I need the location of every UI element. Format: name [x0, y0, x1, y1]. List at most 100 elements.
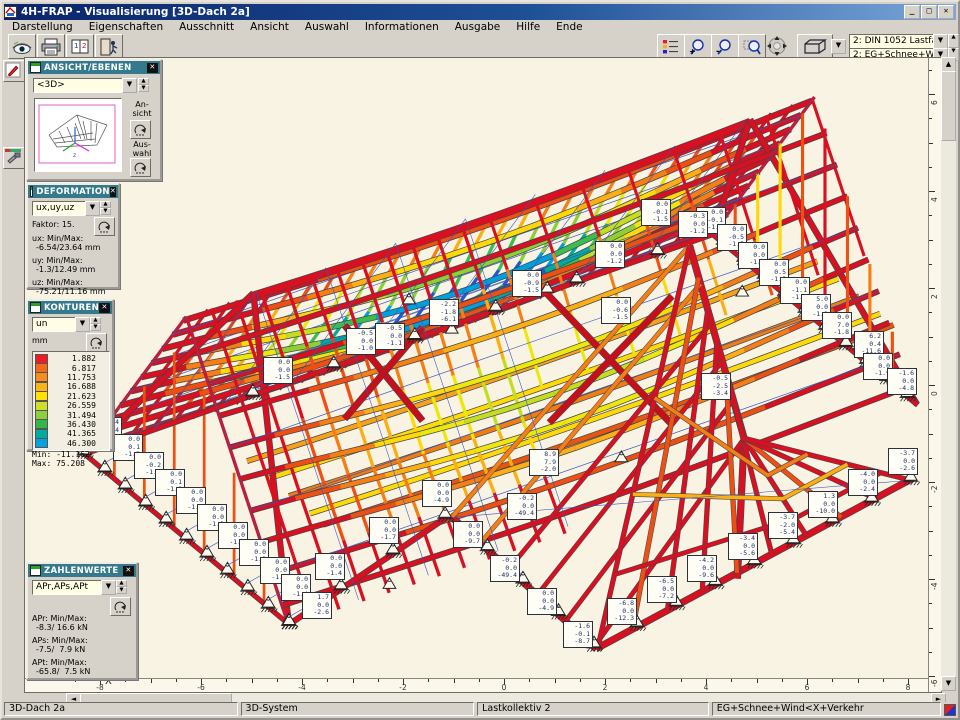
legend-value: 1.882 — [52, 354, 96, 363]
hammer-icon — [4, 148, 22, 166]
close-button[interactable]: ✕ — [938, 5, 954, 19]
edit-mode-button[interactable] — [3, 60, 25, 82]
app-window: 4H-FRAP - Visualisierung [3D-Dach 2a] _ … — [0, 0, 960, 720]
pan-button[interactable] — [764, 34, 790, 57]
zahlenwerte-spinner[interactable]: ▲▼ — [116, 580, 127, 593]
menu-item-darstellung[interactable]: Darstellung — [4, 21, 81, 33]
panel-ansicht-title: ANSICHT/EBENEN — [44, 63, 132, 73]
deformation-row-label-2: uz: Min/Max: — [32, 278, 116, 287]
menu-item-ausgabe[interactable]: Ausgabe — [447, 21, 509, 33]
status-bar: 3D-Dach 2a3D-SystemLastkollektiv 2EG+Sch… — [4, 702, 956, 716]
menu-item-ausschnitt[interactable]: Ausschnitt — [171, 21, 242, 33]
legend-row-5: 26.559 — [35, 401, 107, 410]
menu-item-informationen[interactable]: Informationen — [357, 21, 447, 33]
zahlenwerte-row-value-2: -65.8/ 7.5 kN — [32, 667, 134, 676]
legend-value: 46.300 — [52, 439, 96, 448]
maximize-button[interactable]: □ — [921, 5, 937, 19]
panel-icon — [30, 62, 41, 73]
legend-row-8: 41.365 — [35, 429, 107, 438]
vertical-scroll-thumb[interactable] — [941, 71, 956, 141]
deformation-combo[interactable]: ux,uy,uz — [32, 201, 89, 216]
menu-item-auswahl[interactable]: Auswahl — [297, 21, 357, 33]
panel-ansicht-titlebar[interactable]: ANSICHT/EBENEN ✕ — [28, 61, 160, 74]
tools-button[interactable] — [3, 147, 25, 169]
legend-value: 11.753 — [52, 373, 96, 382]
panel-deformation-title: DEFORMATION — [36, 187, 109, 197]
konturen-combo[interactable]: un — [32, 317, 79, 332]
ruler-horizontal: -8-6-4-202468 — [25, 678, 941, 692]
legend-row-1: 6.817 — [35, 363, 107, 372]
legend-row-0: 1.882 — [35, 354, 107, 363]
auswahl-apply-button[interactable] — [130, 158, 151, 177]
view-preview[interactable]: z — [34, 98, 122, 172]
view-select-dropdown[interactable]: ▼ — [122, 78, 137, 93]
exit-button[interactable] — [95, 34, 123, 59]
view-3d-dropdown[interactable]: ▼ — [831, 39, 846, 54]
menu-item-hilfe[interactable]: Hilfe — [508, 21, 548, 33]
panel-deformation-close-icon[interactable]: ✕ — [110, 187, 116, 197]
panel-zahlenwerte[interactable]: ZAHLENWERTE ✕ APr,APs,APt ▼ ▲▼ APr: Min/… — [26, 562, 138, 680]
deformation-dropdown[interactable]: ▼ — [85, 201, 100, 216]
window-title: 4H-FRAP - Visualisierung [3D-Dach 2a] — [21, 6, 250, 18]
deformation-spinner[interactable]: ▲▼ — [100, 201, 111, 214]
legend-row-4: 21.623 — [35, 392, 107, 401]
view-options-button[interactable] — [8, 34, 36, 59]
panel-icon — [30, 302, 41, 313]
panel-zahlenwerte-close-icon[interactable]: ✕ — [123, 566, 134, 576]
legend-value: 6.817 — [52, 364, 96, 373]
scroll-up-icon[interactable]: ▲ — [941, 57, 956, 72]
panel-deformation[interactable]: DEFORMATION ✕ ux,uy,uz ▼ ▲▼ Faktor: 15. … — [26, 183, 120, 289]
curved-arrow-icon — [90, 337, 104, 349]
tree-list-button[interactable] — [657, 34, 685, 59]
ruler-vertical: 6420-2-4-6 — [928, 58, 941, 692]
menu-item-ende[interactable]: Ende — [548, 21, 590, 33]
konturen-spinner[interactable]: ▲▼ — [90, 317, 101, 330]
eye-icon — [11, 38, 33, 56]
legend-row-6: 31.494 — [35, 410, 107, 419]
zoom-window-icon — [742, 38, 762, 56]
zahlenwerte-combo[interactable]: APr,APs,APt — [32, 580, 105, 595]
panel-konturen-close-icon[interactable]: ✕ — [99, 303, 110, 313]
zoom-window-button[interactable] — [738, 34, 766, 59]
zoom-out-button[interactable]: - — [711, 34, 739, 59]
curved-arrow-icon — [98, 221, 112, 233]
view-3d-button[interactable] — [797, 34, 833, 59]
deformation-row-value-0: -6.54/23.64 mm — [32, 243, 116, 252]
svg-text:-: - — [716, 47, 720, 56]
zahlenwerte-row-value-1: -7.5/ 7.9 kN — [32, 645, 134, 654]
konturen-apply-button[interactable] — [86, 333, 107, 352]
ansicht-label: An-sicht — [126, 100, 158, 118]
ansicht-apply-button[interactable] — [130, 120, 151, 139]
zoom-in-button[interactable]: + — [684, 34, 712, 59]
zoom-in-icon: + — [688, 38, 708, 56]
svg-text:z: z — [73, 152, 76, 159]
vertical-scrollbar[interactable]: ▲ ▼ — [941, 57, 956, 691]
faktor-label: Faktor: 15. — [32, 220, 75, 229]
panel-konturen[interactable]: KONTUREN ✕ un ▼ ▲▼ mm 1.8826.81711.75316… — [26, 299, 114, 451]
loadcase-dropdown[interactable]: ▼ — [933, 34, 948, 49]
contour-max: Max: 75.208 — [32, 459, 85, 468]
scroll-down-icon[interactable]: ▼ — [941, 676, 956, 691]
3d-model-view[interactable] — [25, 58, 941, 692]
panel-icon — [30, 186, 33, 197]
print-button[interactable] — [37, 34, 65, 59]
deformation-row-value-2: -75.21/11.16 mm — [32, 287, 116, 296]
deformation-row-label-0: ux: Min/Max: — [32, 234, 116, 243]
panel-ansicht-ebenen[interactable]: ANSICHT/EBENEN ✕ <3D> ▼ ▲▼ z An-sic — [26, 59, 162, 181]
zahlenwerte-dropdown[interactable]: ▼ — [101, 580, 116, 595]
printer-icon — [40, 38, 62, 56]
panel-ansicht-close-icon[interactable]: ✕ — [147, 63, 158, 73]
view-select-spinner[interactable]: ▲▼ — [138, 78, 149, 91]
title-bar[interactable]: 4H-FRAP - Visualisierung [3D-Dach 2a] _ … — [4, 4, 956, 20]
legend-row-3: 16.688 — [35, 382, 107, 391]
auswahl-label: Aus-wahl — [126, 140, 158, 158]
deformation-row-value-1: -1.3/12.49 mm — [32, 265, 116, 274]
toolbar: 1 2 + — [4, 34, 956, 58]
minimize-button[interactable]: _ — [904, 5, 920, 19]
legend-row-9: 46.300 — [35, 439, 107, 448]
konturen-dropdown[interactable]: ▼ — [75, 317, 90, 332]
view-select-combo[interactable]: <3D> — [33, 78, 126, 93]
documentation-button[interactable]: 1 2 — [66, 34, 94, 59]
menu-item-eigenschaften[interactable]: Eigenschaften — [81, 21, 171, 33]
menu-item-ansicht[interactable]: Ansicht — [242, 21, 297, 33]
